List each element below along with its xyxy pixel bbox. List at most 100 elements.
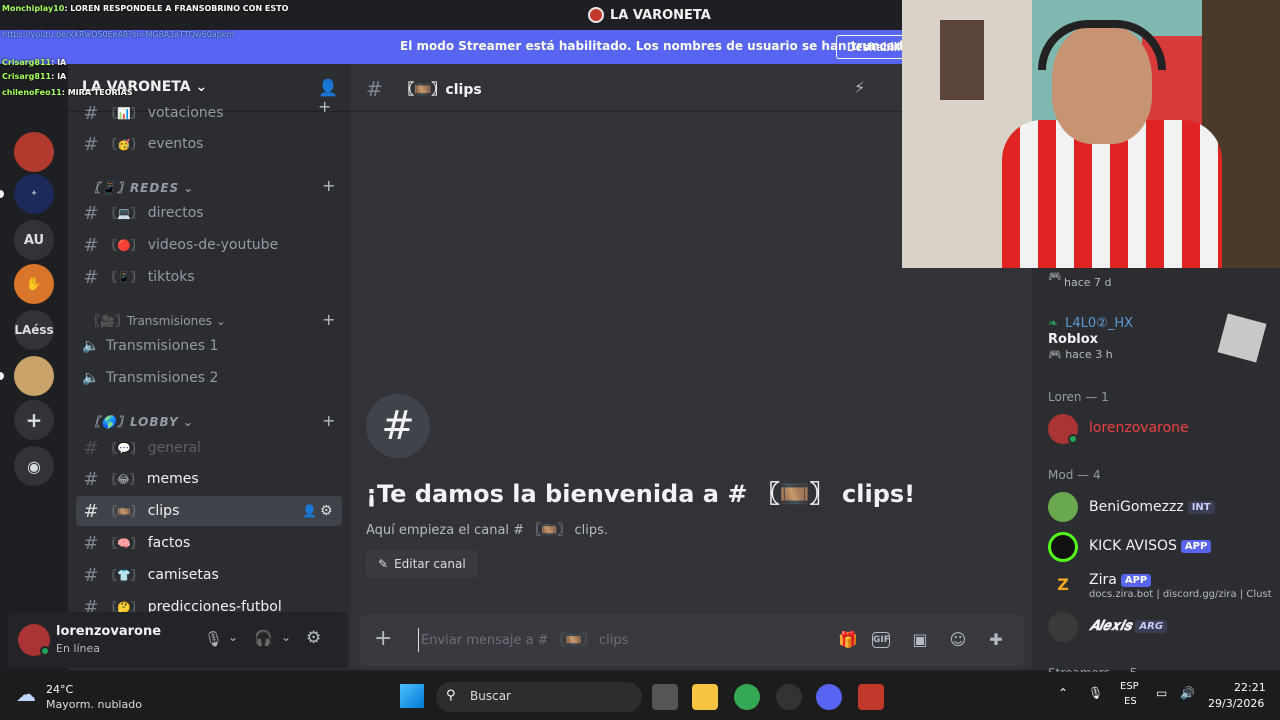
clock-time[interactable]: 22:21 [1234,681,1266,694]
hash-icon: # [83,468,99,490]
window-title: LA VARONETA [588,7,711,23]
hash-icon: # [83,202,99,224]
member-list: 🎮 hace 7 d ❧ L4L0②_HX Roblox 🎮 hace 3 h … [1032,268,1280,680]
gear-icon[interactable]: ⚙ [306,628,321,648]
activity-game: Roblox [1048,332,1099,347]
speaker-icon: 🔈 [82,338,100,354]
discover-button[interactable]: ◉ [14,446,54,486]
gif-icon[interactable]: GIF [872,632,890,648]
channel-factos[interactable]: # 〖🧠〗 factos [76,528,342,558]
server-icon-small [588,7,604,23]
discord-icon[interactable] [816,684,842,710]
weather-temp[interactable]: 24°C [46,683,73,696]
fire-icon: ✋ [25,276,43,292]
microphone-icon[interactable]: 🎙 [204,630,223,648]
kick-icon[interactable] [1048,532,1078,562]
user-status: En línea [56,642,101,655]
voice-channel-2[interactable]: 🔈 Transmisiones 2 [76,363,342,393]
server-varoneta[interactable] [14,132,54,172]
category-transmisiones[interactable]: 〖🎥〗Transmisiones ⌄ [88,312,226,329]
threads-icon[interactable]: ⚡ [854,78,865,97]
user-name[interactable]: lorenzovarone [56,624,161,639]
roblox-icon [1217,313,1267,363]
server-fire-icon[interactable]: ✋ [14,264,54,304]
chrome-icon[interactable] [734,684,760,710]
upload-plus-icon[interactable]: + [374,626,392,651]
gift-icon[interactable]: 🎁 [836,628,860,652]
hash-icon: # [83,133,99,155]
activity-member[interactable]: ❧ L4L0②_HX [1048,312,1133,331]
avatar[interactable] [1048,492,1078,522]
leaf-icon: ❧ [1048,316,1059,330]
chevron-down-icon[interactable]: ⌄ [228,630,238,644]
add-channel-icon[interactable]: + [322,176,335,195]
channel-votaciones[interactable]: # 〖📊〗 votaciones [76,98,342,128]
windows-start-icon[interactable] [400,684,424,708]
add-server-button[interactable]: + [14,400,54,440]
member-alexis[interactable]: 𝑨𝒍𝒆𝒙𝒊𝒔 ARG [1089,618,1168,634]
weather-desc[interactable]: Mayorm. nublado [46,698,142,711]
member-zira[interactable]: Zira APP [1089,572,1152,588]
member-benigomezzz[interactable]: BeniGomezzz INT [1089,499,1215,515]
volume-icon[interactable]: 🔊 [1180,686,1195,700]
wall-poster [940,20,984,100]
chevron-down-icon: ⌄ [183,180,195,195]
server-name: LA VARONETA ⌄ [82,79,208,95]
channel-camisetas[interactable]: # 〖👕〗 camisetas [76,560,342,590]
channel-memes[interactable]: # 〖😂〗 memes [76,464,342,494]
hash-icon: # [83,102,99,124]
welcome-hash-icon: # [366,394,430,458]
welcome-subtitle: Aquí empieza el canal # 〖🎞️〗 clips. [366,523,609,538]
microphone-icon[interactable]: 🎙 [1088,686,1103,700]
server-laess[interactable]: LAéss [14,310,54,350]
avatar[interactable] [1048,612,1078,642]
member-kick-avisos[interactable]: KICK AVISOS APP [1089,538,1212,554]
member-lorenzovarone[interactable]: lorenzovarone [1089,420,1189,436]
gear-icon[interactable]: ⚙ [320,503,333,519]
online-status-dot [40,646,50,656]
channel-videos-de-youtube[interactable]: # 〖🔴〗 videos-de-youtube [76,230,342,260]
sticker-icon[interactable]: ▣ [908,628,932,652]
add-channel-icon[interactable]: + [322,411,335,430]
edit-channel-button[interactable]: ✎ Editar canal [366,550,478,578]
apps-icon[interactable]: ✚ [984,628,1008,652]
zira-icon[interactable]: Z [1048,570,1078,600]
headset [1038,20,1166,70]
language-indicator[interactable]: ESP [1120,681,1139,692]
voice-channel-1[interactable]: 🔈 Transmisiones 1 [76,331,342,361]
category-lobby[interactable]: 〖🌎〗LOBBY ⌄ [88,413,194,430]
headphones-icon[interactable]: 🎧 [254,629,273,647]
channel-sidebar: LA VARONETA ⌄ 👤 + # 〖📊〗 votaciones # 〖🥳〗 even… [68,64,350,670]
channel-tiktoks[interactable]: # 〖📱〗 tiktoks [76,262,342,292]
clock-date[interactable]: 29/3/2026 [1208,697,1264,710]
taskbar-search[interactable]: ⚲ Buscar [436,682,642,712]
server-wins-icon[interactable]: ✦ [14,174,54,214]
channel-clips[interactable]: # 〖🎞️〗 clips 👤 ⚙ [76,496,342,526]
network-icon[interactable]: ▭ [1156,686,1167,700]
channel-eventos[interactable]: # 〖🥳〗 eventos [76,129,342,159]
chevron-down-icon: ⌄ [195,79,208,95]
message-input[interactable] [418,628,818,652]
server-portrait[interactable] [14,356,54,396]
pencil-icon: ✎ [378,557,389,571]
activity-time: 🎮 hace 3 h [1048,348,1113,361]
emoji-icon[interactable]: ☺ [946,628,970,652]
keyboard-layout[interactable]: ES [1124,696,1137,707]
hash-icon: # [366,77,383,101]
obs-icon[interactable] [776,684,802,710]
user-panel: lorenzovarone En línea 🎙 ⌄ 🎧 ⌄ ⚙ [8,612,348,668]
chevron-up-icon[interactable]: ⌃ [1058,686,1068,700]
member-category-loren: Loren — 1 [1048,390,1109,404]
create-invite-icon[interactable]: 👤 [302,504,317,518]
hash-icon: # [83,234,99,256]
chevron-down-icon[interactable]: ⌄ [281,630,291,644]
server-au[interactable]: AU [14,220,54,260]
category-redes[interactable]: 〖📱〗REDES ⌄ [88,179,194,196]
channel-directos[interactable]: # 〖💻〗 directos [76,198,342,228]
file-explorer-icon[interactable] [692,684,718,710]
add-channel-icon[interactable]: + [322,310,335,329]
app-icon[interactable] [858,684,884,710]
channel-general[interactable]: # 〖💬〗 general [76,433,342,463]
windows-taskbar: ☁ 24°C Mayorm. nublado ⚲ Buscar ⌃ 🎙 ESP … [0,672,1280,720]
task-view-icon[interactable] [652,684,678,710]
